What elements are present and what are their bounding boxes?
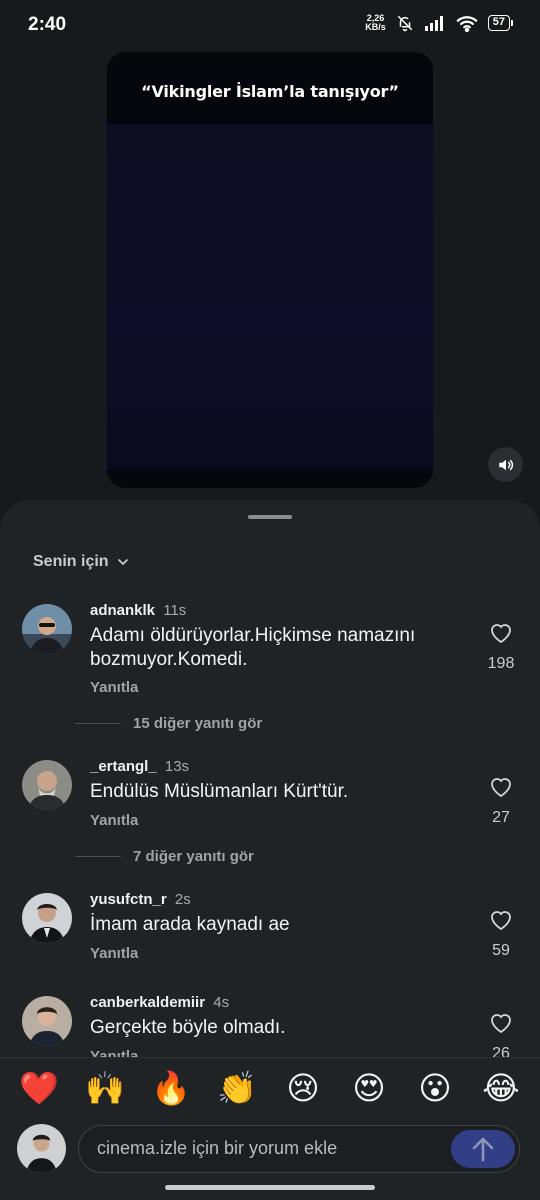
like-button[interactable]: 59 xyxy=(478,909,524,960)
chevron-down-icon xyxy=(117,559,128,565)
comment-username[interactable]: canberkaldemiir xyxy=(90,994,205,1011)
reply-button[interactable]: Yanıtla xyxy=(90,945,138,962)
status-icons: 2,26 KB/s 57 xyxy=(365,13,514,32)
video-frame xyxy=(107,124,433,469)
home-indicator[interactable] xyxy=(165,1185,375,1190)
comment-meta: _ertangl_ 13s xyxy=(90,758,189,775)
comment-time: 4s xyxy=(213,994,230,1011)
battery-indicator: 57 xyxy=(487,15,514,31)
bell-off-icon xyxy=(397,15,413,32)
reaction-clap[interactable]: 👏 xyxy=(211,1066,263,1110)
comment-username[interactable]: _ertangl_ xyxy=(90,758,157,775)
heart-icon xyxy=(491,1014,511,1034)
reaction-fire[interactable]: 🔥 xyxy=(145,1066,197,1110)
filter-label: Senin için xyxy=(33,553,109,570)
arrow-up-icon xyxy=(472,1137,494,1162)
comment-meta: canberkaldemiir 4s xyxy=(90,994,229,1011)
comment-text: İmam arada kaynadı ae xyxy=(90,914,290,935)
comment-time: 11s xyxy=(163,602,187,619)
comment-meta: adnanklk 11s xyxy=(90,602,186,619)
heart-icon xyxy=(491,624,511,644)
avatar[interactable] xyxy=(22,996,72,1046)
comment-username[interactable]: yusufctn_r xyxy=(90,891,167,908)
signal-icon xyxy=(424,16,443,31)
status-bar: 2:40 2,26 KB/s 57 xyxy=(0,0,540,50)
heart-icon xyxy=(491,911,511,931)
comment-text: Gerçekte böyle olmadı. xyxy=(90,1017,286,1038)
video-caption: “Vikingler İslam’la tanışıyor” xyxy=(141,82,399,101)
like-count: 27 xyxy=(492,809,510,826)
comment-composer-panel: ❤️ 🙌 🔥 👏 😢 😍 😮 😂 xyxy=(0,1057,540,1200)
comment-input[interactable] xyxy=(97,1126,437,1171)
reaction-surprised[interactable]: 😮 xyxy=(409,1066,461,1110)
view-more-replies[interactable]: 15 diğer yanıtı gör xyxy=(75,715,262,732)
drag-handle[interactable] xyxy=(248,515,292,519)
reaction-laughing[interactable]: 😂 xyxy=(475,1066,527,1110)
reply-button[interactable]: Yanıtla xyxy=(90,679,138,696)
like-button[interactable]: 26 xyxy=(478,1012,524,1063)
comment-text: Endülüs Müslümanları Kürt'tür. xyxy=(90,781,349,802)
network-speed: 2,26 KB/s xyxy=(365,13,386,32)
heart-icon xyxy=(491,778,511,798)
like-count: 198 xyxy=(487,655,515,672)
like-button[interactable]: 198 xyxy=(478,622,524,673)
clock: 2:40 xyxy=(28,14,67,35)
reply-button[interactable]: Yanıtla xyxy=(90,812,138,829)
view-more-replies[interactable]: 7 diğer yanıtı gör xyxy=(75,848,254,865)
comment-meta: yusufctn_r 2s xyxy=(90,891,191,908)
comment-input-container[interactable] xyxy=(78,1125,520,1173)
reaction-raised-hands[interactable]: 🙌 xyxy=(79,1066,131,1110)
current-user-avatar xyxy=(17,1124,66,1173)
comment-text: Adamı öldürüyorlar.Hiçkimse namazını boz… xyxy=(90,625,416,670)
reaction-crying[interactable]: 😢 xyxy=(277,1066,329,1110)
reaction-heart-eyes[interactable]: 😍 xyxy=(343,1066,395,1110)
wifi-icon xyxy=(456,15,478,32)
comment-time: 2s xyxy=(174,891,191,908)
like-button[interactable]: 27 xyxy=(478,776,524,827)
volume-button[interactable] xyxy=(488,447,523,482)
reaction-heart[interactable]: ❤️ xyxy=(13,1066,65,1110)
divider xyxy=(75,856,121,857)
comment-time: 13s xyxy=(164,758,190,775)
comment-username[interactable]: adnanklk xyxy=(90,602,155,619)
avatar[interactable] xyxy=(22,760,72,810)
comment-filter-dropdown[interactable]: Senin için xyxy=(33,553,131,571)
send-button[interactable] xyxy=(451,1130,515,1168)
volume-icon xyxy=(498,459,513,470)
avatar[interactable] xyxy=(22,604,72,654)
video-player[interactable]: “Vikingler İslam’la tanışıyor” xyxy=(107,52,433,488)
avatar[interactable] xyxy=(22,893,72,943)
like-count: 59 xyxy=(492,942,510,959)
quick-reactions: ❤️ 🙌 🔥 👏 😢 😍 😮 😂 xyxy=(0,1066,540,1110)
divider xyxy=(75,723,121,724)
